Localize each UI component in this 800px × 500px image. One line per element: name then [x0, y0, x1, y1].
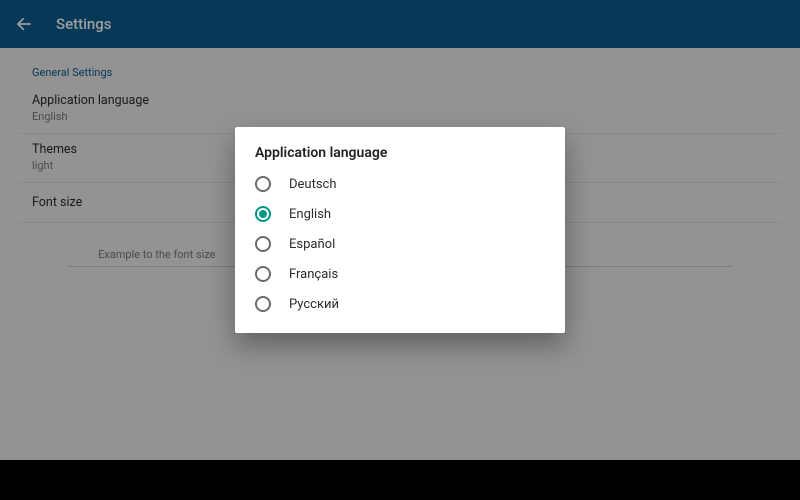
- language-option[interactable]: Español: [235, 229, 565, 259]
- radio-icon: [255, 296, 271, 312]
- radio-icon: [255, 176, 271, 192]
- dialog-options: Deutsch English Español Français Русский: [235, 169, 565, 319]
- language-dialog: Application language Deutsch English Españ…: [235, 127, 565, 333]
- language-option[interactable]: Deutsch: [235, 169, 565, 199]
- language-option[interactable]: English: [235, 199, 565, 229]
- language-option-label: Deutsch: [289, 177, 337, 192]
- app-screen: Settings General Settings Application la…: [0, 0, 800, 460]
- language-option-label: Русский: [289, 297, 339, 312]
- language-option-label: English: [289, 207, 331, 222]
- radio-icon: [255, 206, 271, 222]
- radio-icon: [255, 266, 271, 282]
- radio-icon: [255, 236, 271, 252]
- language-option-label: Français: [289, 267, 338, 282]
- dialog-title: Application language: [235, 145, 565, 169]
- language-option-label: Español: [289, 237, 335, 252]
- language-option[interactable]: Français: [235, 259, 565, 289]
- android-navbar: [0, 460, 800, 500]
- dialog-scrim[interactable]: Application language Deutsch English Españ…: [0, 0, 800, 460]
- language-option[interactable]: Русский: [235, 289, 565, 319]
